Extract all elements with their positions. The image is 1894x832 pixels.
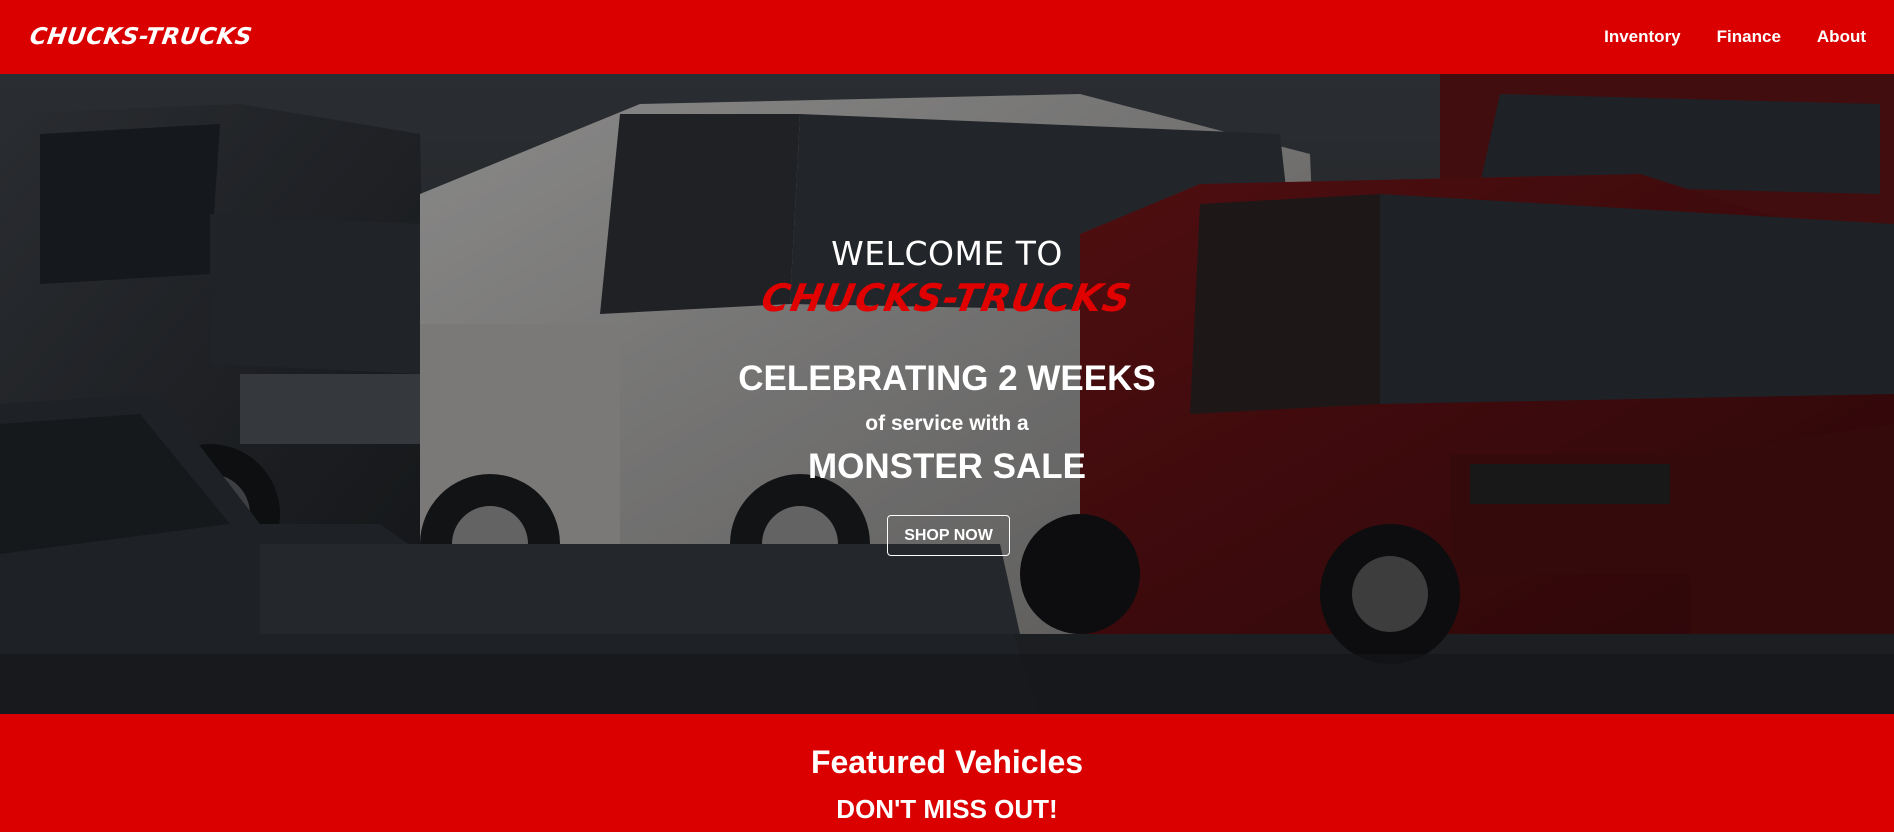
shop-now-button[interactable]: SHOP NOW [887, 515, 1010, 556]
hero-sale-text: MONSTER SALE [807, 447, 1087, 486]
featured-subtitle: DON'T MISS OUT! [836, 794, 1058, 824]
hero-headline: CELEBRATING 2 WEEKS [738, 359, 1156, 398]
featured-vehicles-section: Featured Vehicles DON'T MISS OUT! [0, 714, 1894, 832]
nav-link-inventory[interactable]: Inventory [1604, 27, 1681, 47]
hero-banner: WELCOME TO CHUCKS-TRUCKS CELEBRATING 2 W… [0, 74, 1894, 714]
site-logo[interactable]: CHUCKS-TRUCKS [28, 24, 254, 50]
hero-subline: of service with a [865, 412, 1029, 435]
hero-brand-label: CHUCKS-TRUCKS [758, 276, 1136, 320]
main-nav: Inventory Finance About [1604, 27, 1866, 47]
featured-title: Featured Vehicles [810, 744, 1084, 780]
nav-link-about[interactable]: About [1817, 27, 1866, 47]
nav-link-finance[interactable]: Finance [1717, 27, 1781, 47]
hero-content: WELCOME TO CHUCKS-TRUCKS CELEBRATING 2 W… [0, 74, 1894, 714]
hero-welcome-text: WELCOME TO [831, 234, 1063, 273]
hero-brand-name: CHUCKS-TRUCKS [0, 276, 1894, 320]
top-navbar: CHUCKS-TRUCKS Inventory Finance About [0, 0, 1894, 74]
